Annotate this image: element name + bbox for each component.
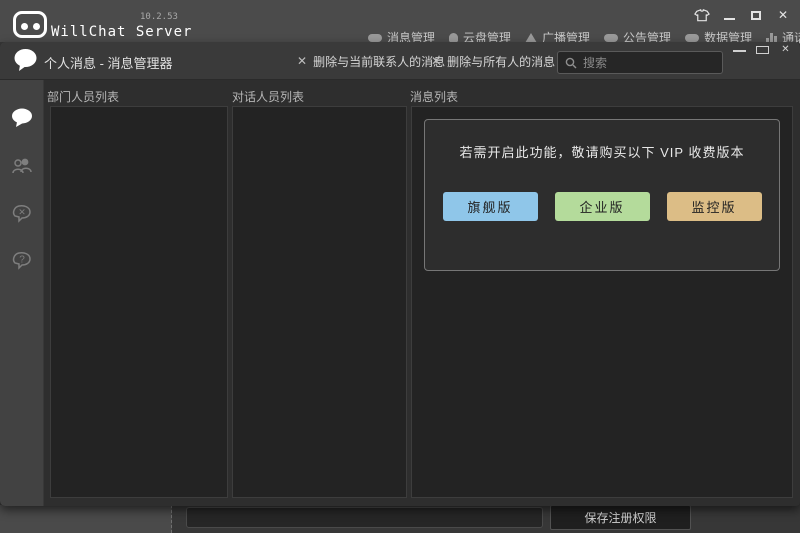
main-window-controls: ✕ — [693, 6, 792, 24]
logo-eye — [21, 23, 28, 30]
delete-current-contact-messages-button[interactable]: ✕ 删除与当前联系人的消息 — [297, 51, 445, 71]
vip-flagship-button[interactable]: 旗舰版 — [443, 192, 538, 221]
button-label: 删除与当前联系人的消息 — [313, 53, 445, 70]
close-button[interactable]: ✕ — [774, 6, 792, 24]
cloud-icon — [368, 34, 382, 42]
main-titlebar: WillChat Server 10.2.53 ✕ 消息管理 云盘管理 广播管理 — [0, 0, 800, 42]
cloud-icon — [604, 34, 618, 42]
sidebar-item-messages[interactable] — [0, 100, 44, 136]
department-list[interactable] — [50, 106, 228, 498]
save-registration-button[interactable]: 保存注册权限 — [550, 505, 691, 530]
dialog-minimize-button[interactable] — [733, 44, 746, 57]
vip-monitor-button[interactable]: 监控版 — [667, 192, 762, 221]
dialog-close-button[interactable]: ✕ — [779, 44, 792, 57]
skin-shirt-icon[interactable] — [693, 6, 711, 24]
triangle-icon — [525, 33, 537, 43]
button-label: 删除与所有人的消息 — [447, 53, 555, 70]
app-root: WillChat Server 10.2.53 ✕ 消息管理 云盘管理 广播管理 — [0, 0, 800, 533]
chat-bubble-icon — [11, 108, 33, 128]
x-icon: ✕ — [297, 54, 307, 68]
conversation-list[interactable] — [232, 106, 407, 498]
search-box[interactable] — [557, 51, 723, 74]
cloud-icon — [685, 34, 699, 42]
message-list: 若需开启此功能，敬请购买以下 VIP 收费版本 旗舰版 企业版 监控版 — [411, 106, 793, 498]
main-window-bottom: 保存注册权限 — [0, 505, 800, 533]
bottom-left-panel — [0, 505, 172, 533]
user-question-icon: ? — [11, 250, 33, 270]
column-header-messages: 消息列表 — [410, 88, 458, 105]
vip-message: 若需开启此功能，敬请购买以下 VIP 收费版本 — [425, 142, 779, 161]
app-version: 10.2.53 — [140, 12, 178, 22]
sidebar-item-users-deleted[interactable]: ✕ — [0, 195, 44, 231]
dialog-title: 个人消息 - 消息管理器 — [44, 53, 173, 72]
dialog-sidebar: ✕ ? — [0, 80, 44, 506]
user-x-icon: ✕ — [11, 203, 33, 223]
vip-enterprise-button[interactable]: 企业版 — [555, 192, 650, 221]
delete-all-messages-button[interactable]: ✕ 删除与所有人的消息 — [431, 51, 555, 71]
person-icon — [449, 33, 458, 42]
app-title: WillChat Server — [51, 24, 192, 40]
message-manager-dialog: 个人消息 - 消息管理器 ✕ 删除与当前联系人的消息 ✕ 删除与所有人的消息 ✕ — [0, 42, 800, 506]
column-header-conversations: 对话人员列表 — [232, 88, 304, 105]
vip-upsell-panel: 若需开启此功能，敬请购买以下 VIP 收费版本 旗舰版 企业版 监控版 — [424, 119, 780, 271]
app-logo-robot-face-icon — [13, 11, 47, 38]
dialog-window-controls: ✕ — [733, 44, 792, 57]
sidebar-item-users[interactable] — [0, 148, 44, 184]
search-input[interactable] — [583, 56, 703, 70]
sidebar-item-users-unknown[interactable]: ? — [0, 242, 44, 278]
logo-eye — [33, 23, 40, 30]
dialog-maximize-button[interactable] — [756, 44, 769, 57]
users-icon — [11, 157, 33, 175]
magnifier-icon — [565, 57, 577, 69]
registration-input[interactable] — [186, 507, 543, 528]
column-header-departments: 部门人员列表 — [47, 88, 119, 105]
vip-buttons: 旗舰版 企业版 监控版 — [425, 192, 779, 221]
dialog-titlebar: 个人消息 - 消息管理器 ✕ 删除与当前联系人的消息 ✕ 删除与所有人的消息 ✕ — [0, 42, 800, 80]
double-x-icon: ✕ — [431, 54, 441, 68]
maximize-button[interactable] — [747, 6, 765, 24]
chart-icon — [766, 33, 777, 42]
svg-text:✕: ✕ — [18, 207, 26, 217]
svg-text:?: ? — [19, 255, 25, 266]
minimize-button[interactable] — [720, 6, 738, 24]
chat-bubble-icon — [13, 48, 38, 73]
